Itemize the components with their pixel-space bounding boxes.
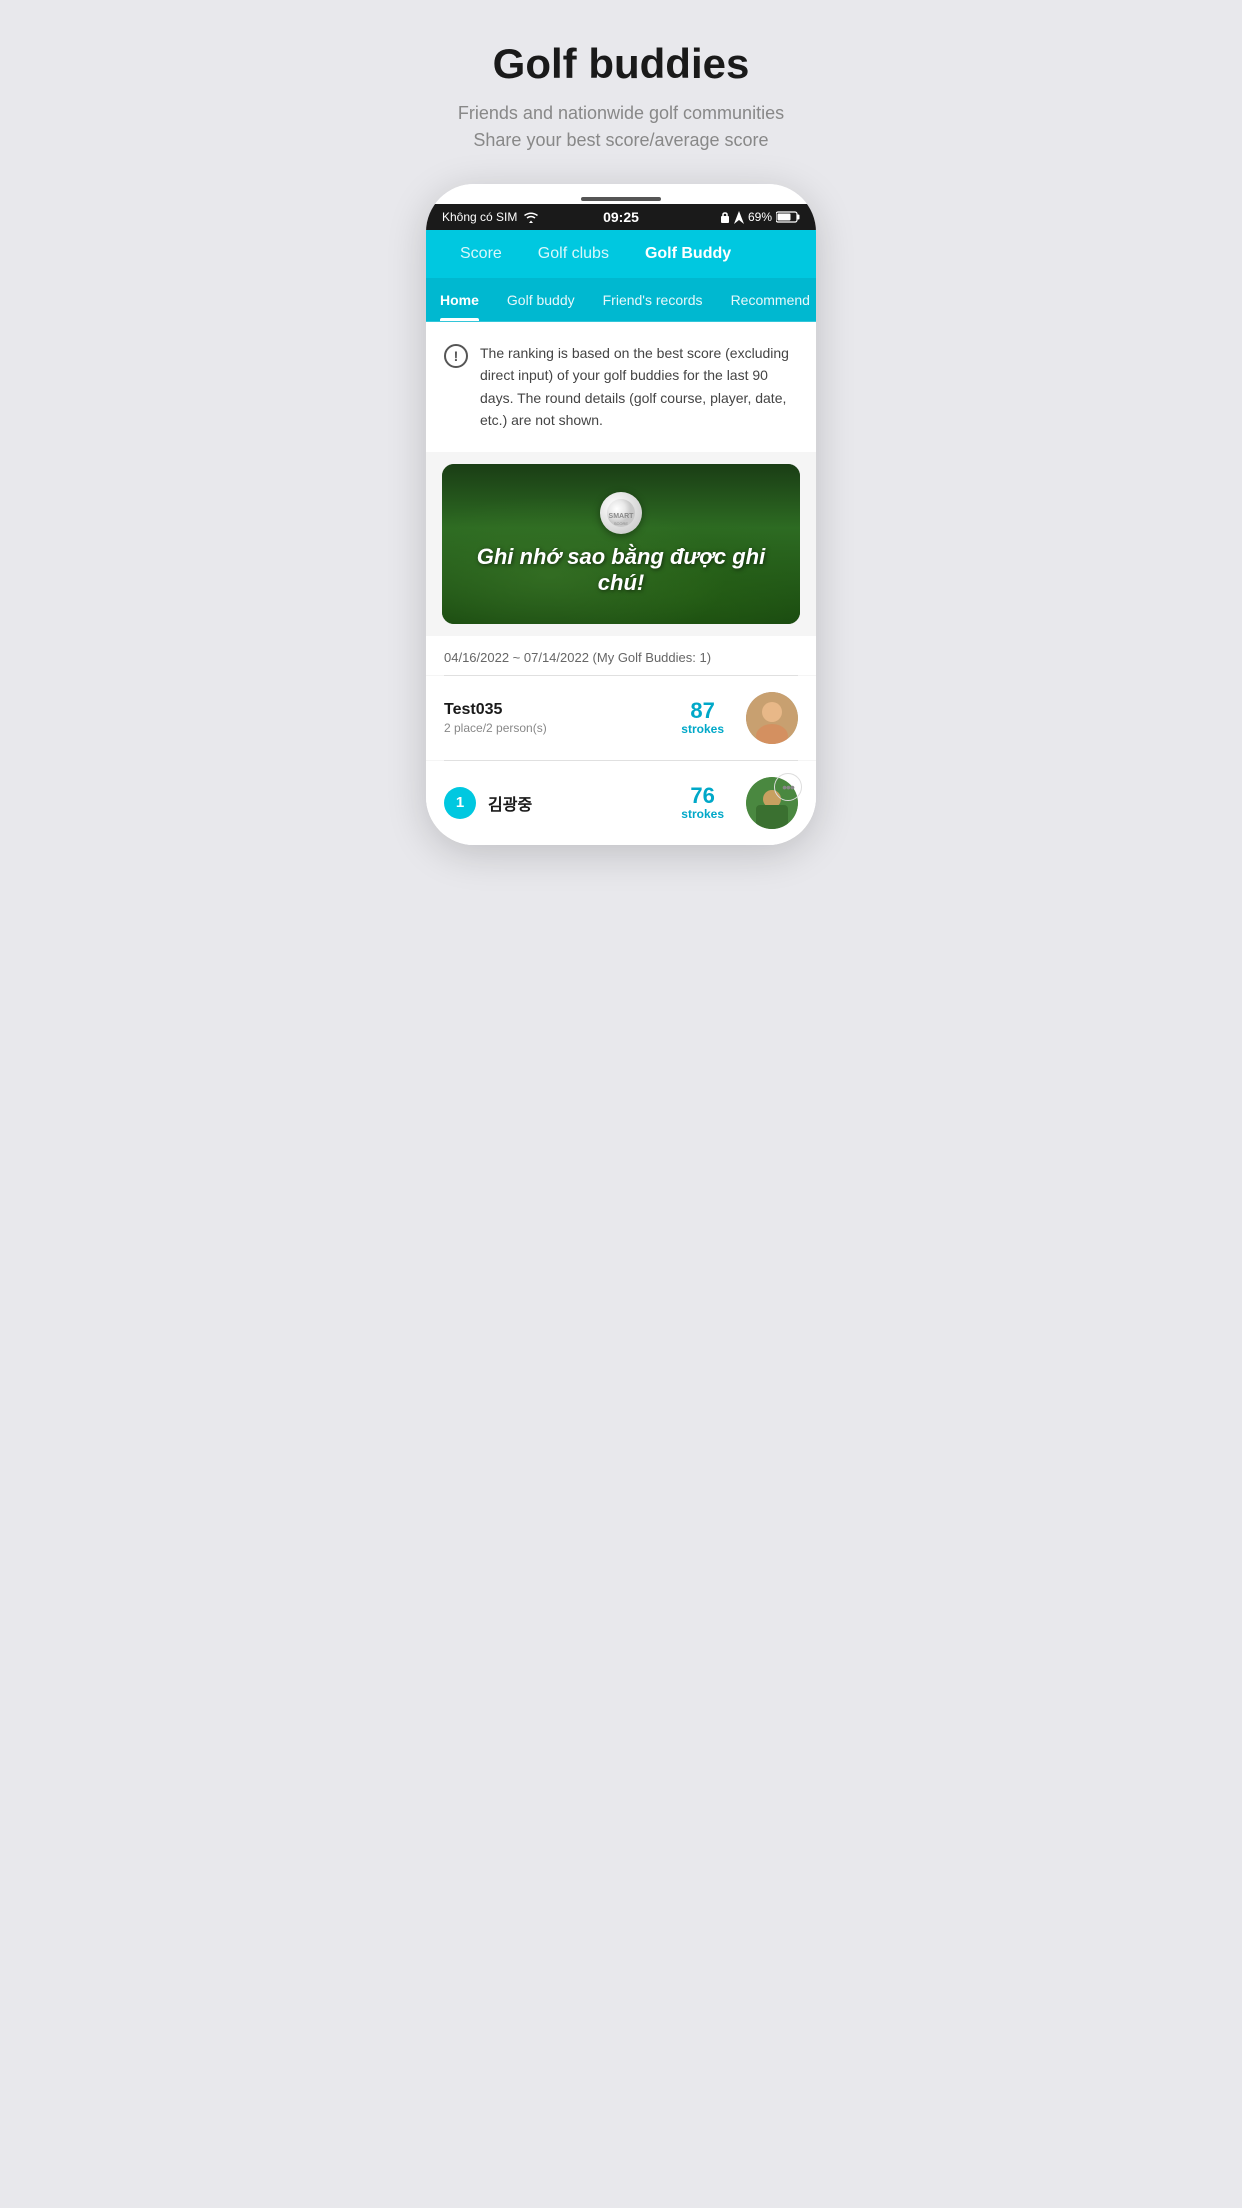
more-options-button[interactable]: ••• — [774, 773, 802, 801]
user-score-test035: 87 strokes — [681, 700, 724, 736]
info-notice-text: The ranking is based on the best score (… — [480, 342, 798, 432]
score-label-kimkwangjung: strokes — [681, 807, 724, 821]
svg-text:SCORE: SCORE — [614, 521, 629, 526]
subnav-home[interactable]: Home — [426, 278, 493, 321]
carrier-label: Không có SIM — [442, 210, 517, 224]
score-number-kimkwangjung: 76 — [681, 785, 724, 807]
user-name-test035: Test035 — [444, 701, 669, 719]
info-notice-box: ! The ranking is based on the best score… — [426, 322, 816, 452]
phone-pill-wrapper — [426, 184, 816, 204]
phone-pill — [581, 197, 661, 201]
battery-icon — [776, 211, 800, 223]
top-nav: Score Golf clubs Golf Buddy — [426, 230, 816, 278]
user-entry-test035: Test035 2 place/2 person(s) 87 strokes — [426, 676, 816, 760]
score-label-test035: strokes — [681, 722, 724, 736]
status-time: 09:25 — [603, 209, 639, 225]
phone-frame: Không có SIM 09:25 69% — [426, 184, 816, 845]
subnav-golf-buddy[interactable]: Golf buddy — [493, 278, 589, 321]
wifi-icon — [523, 211, 539, 223]
banner-image: SMART SCORE Ghi nhớ sao bằng được ghi ch… — [442, 464, 800, 624]
date-range-section: 04/16/2022 ~ 07/14/2022 (My Golf Buddies… — [426, 636, 816, 675]
content-area: ! The ranking is based on the best score… — [426, 322, 816, 845]
nav-golf-buddy[interactable]: Golf Buddy — [627, 230, 749, 278]
subnav-recommend[interactable]: Recommend — [717, 278, 816, 321]
info-icon: ! — [444, 344, 468, 368]
user-rank-badge-1: 1 — [444, 787, 476, 819]
user-score-kimkwangjung: 76 strokes — [681, 785, 724, 821]
subnav-friends-records[interactable]: Friend's records — [589, 278, 717, 321]
status-bar: Không có SIM 09:25 69% — [426, 204, 816, 230]
avatar-test035 — [746, 692, 798, 744]
banner-text: Ghi nhớ sao bằng được ghi chú! — [442, 544, 800, 596]
battery-percent: 69% — [748, 210, 772, 224]
nav-golf-clubs[interactable]: Golf clubs — [520, 230, 627, 278]
sub-nav: Home Golf buddy Friend's records Recomme… — [426, 278, 816, 322]
user-entry-kimkwangjung: ••• 1 김광중 76 strokes — [426, 761, 816, 845]
location-icon — [734, 211, 744, 224]
score-number-test035: 87 — [681, 700, 724, 722]
date-range-text: 04/16/2022 ~ 07/14/2022 (My Golf Buddies… — [444, 650, 711, 665]
lock-icon — [720, 211, 730, 224]
user-name-kimkwangjung: 김광중 — [488, 791, 669, 815]
nav-score[interactable]: Score — [442, 230, 520, 278]
svg-text:SMART: SMART — [609, 513, 635, 520]
user-info-kimkwangjung: 김광중 — [488, 791, 669, 815]
golf-ball-icon: SMART SCORE — [600, 492, 642, 534]
page-wrapper: Golf buddies Friends and nationwide golf… — [414, 0, 828, 885]
page-title: Golf buddies — [493, 40, 750, 88]
user-sub-test035: 2 place/2 person(s) — [444, 721, 669, 735]
user-info-test035: Test035 2 place/2 person(s) — [444, 701, 669, 735]
page-subtitle: Friends and nationwide golf communities … — [438, 100, 804, 154]
